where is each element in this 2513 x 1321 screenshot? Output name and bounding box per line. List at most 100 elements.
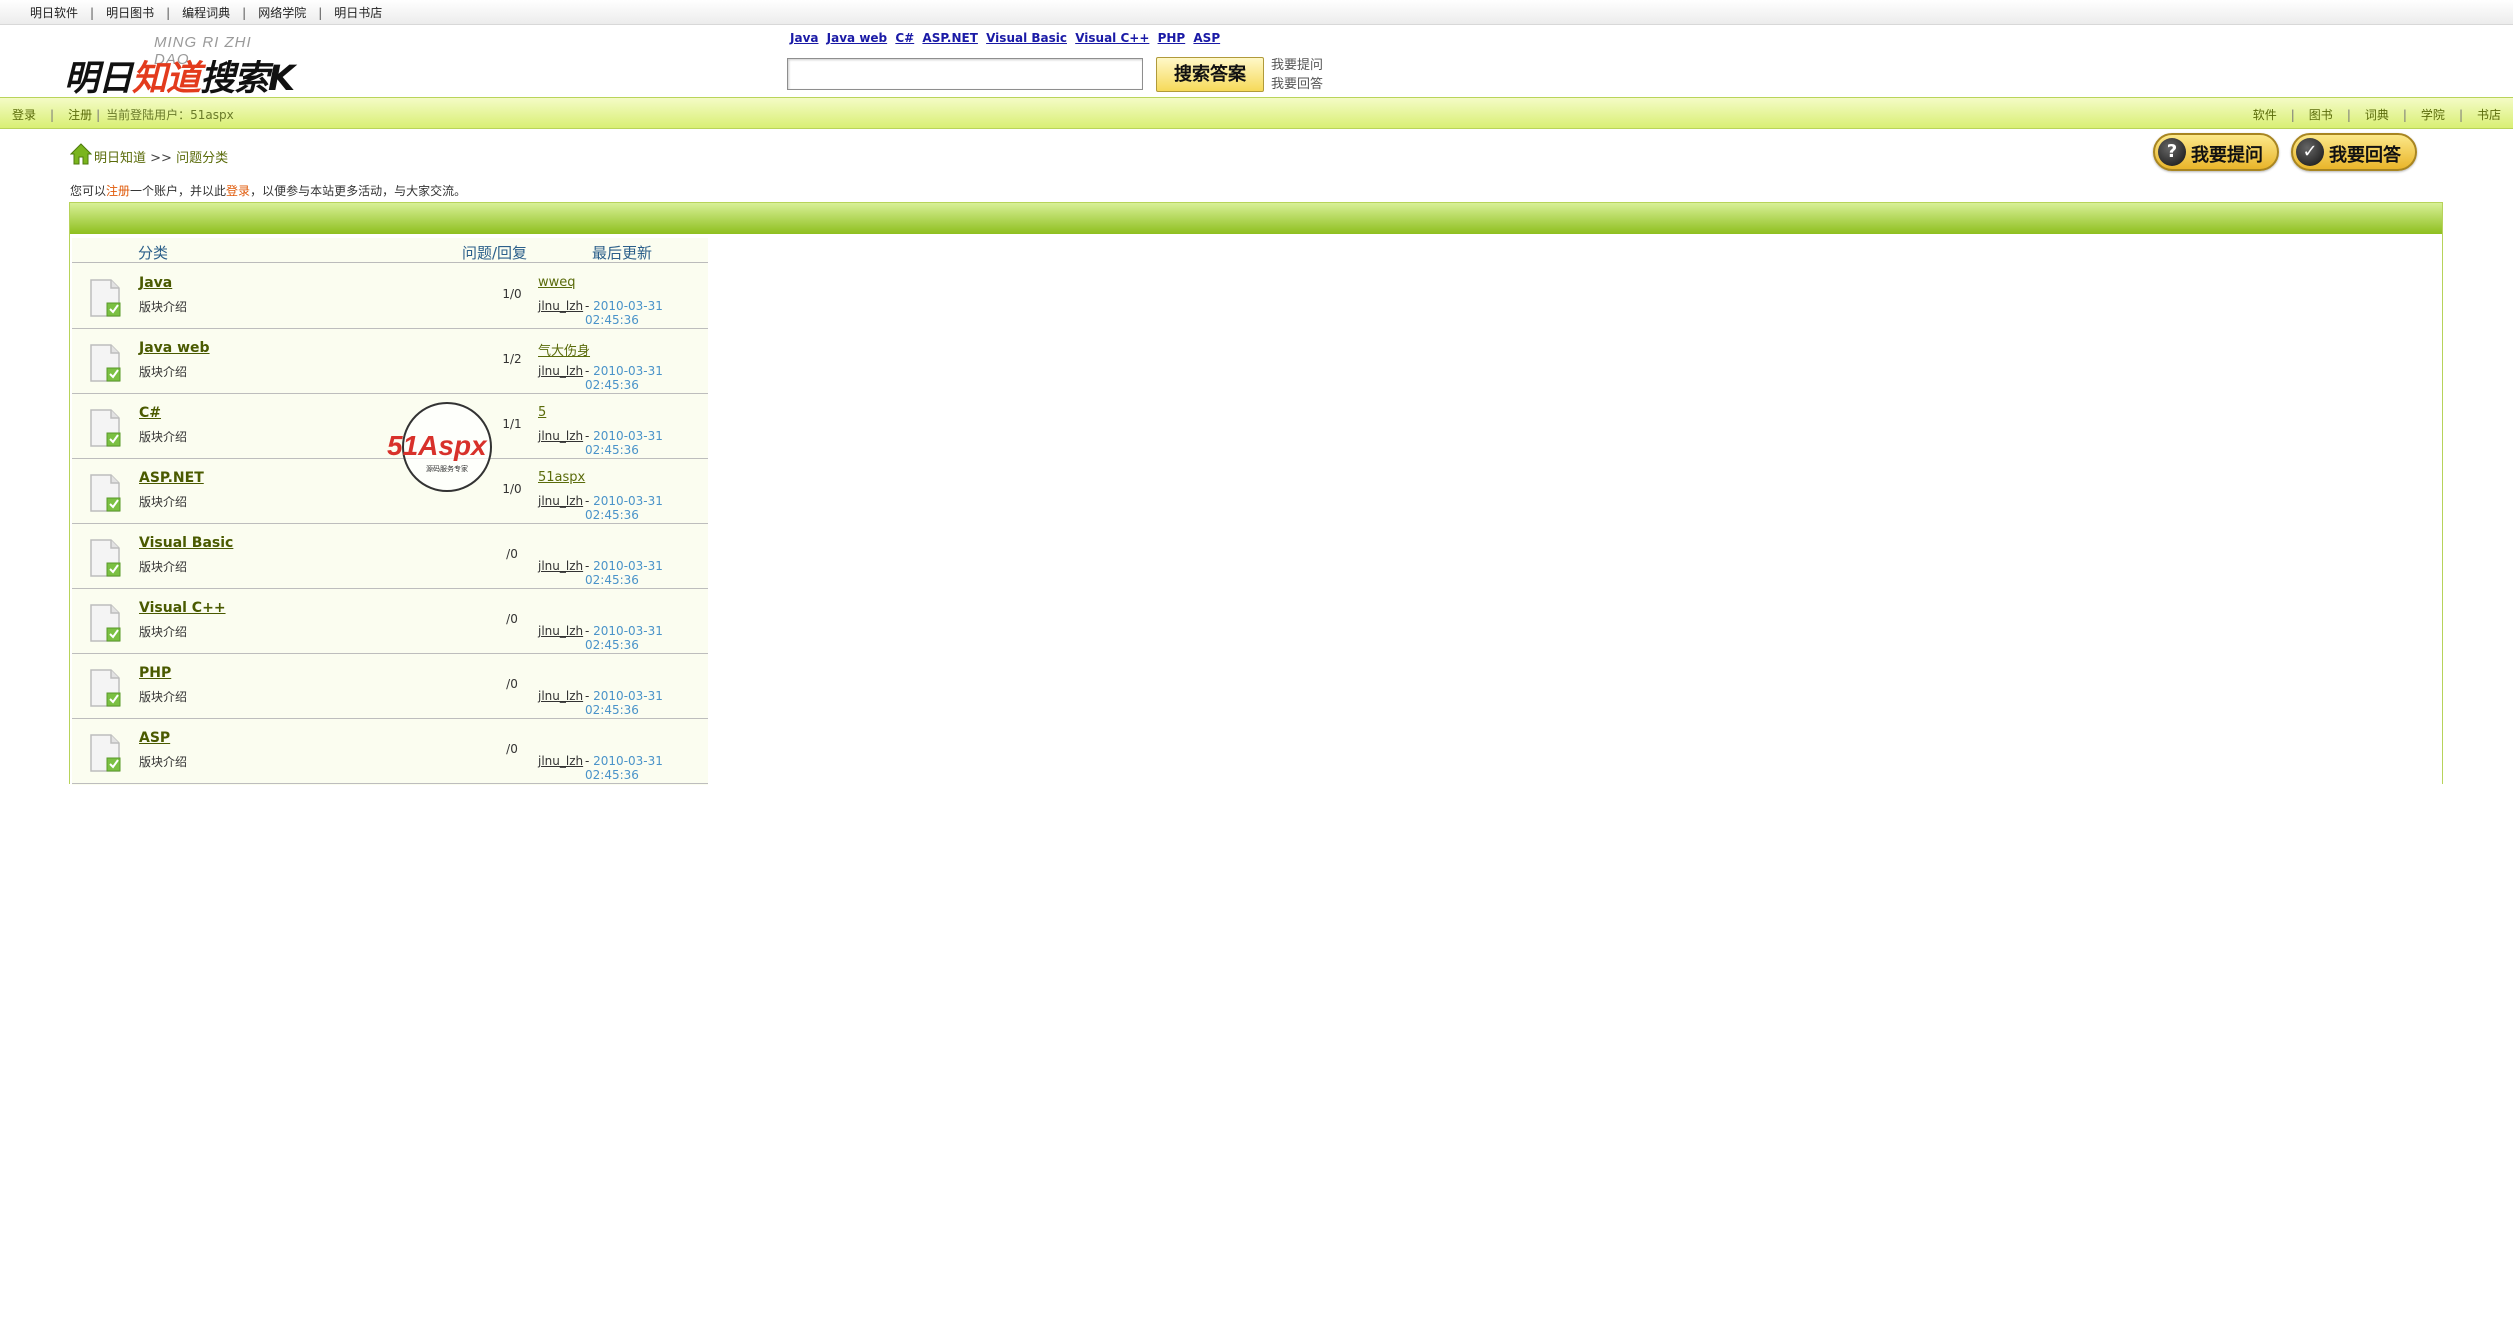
notice-register-link[interactable]: 注册 <box>106 184 130 198</box>
question-icon: ? <box>2158 138 2186 166</box>
notice-login-link[interactable]: 登录 <box>226 184 250 198</box>
language-links: Java Java web C# ASP.NET Visual Basic Vi… <box>790 31 1224 45</box>
latest-date: - 2010-03-31 02:45:36 <box>585 494 663 522</box>
nav-link-bookstore[interactable]: 书店 <box>2477 108 2501 122</box>
question-reply-count: 1/2 <box>502 352 522 366</box>
latest-date-value: 2010-03-31 02:45:36 <box>585 624 663 652</box>
latest-user-link[interactable]: jlnu_lzh <box>538 429 583 443</box>
nav-link-academy[interactable]: 学院 <box>2421 108 2445 122</box>
header-questions-replies: 问题/回复 <box>462 244 528 262</box>
latest-user-link[interactable]: jlnu_lzh <box>538 689 583 703</box>
latest-user-link[interactable]: jlnu_lzh <box>538 364 583 378</box>
breadcrumb-home[interactable]: 明日知道 <box>94 151 146 166</box>
ask-question-link[interactable]: 我要提问 <box>1271 56 1323 75</box>
category-description: 版块介绍 <box>139 690 188 704</box>
latest-user-link[interactable]: jlnu_lzh <box>538 624 583 638</box>
site-logo[interactable]: MING RI ZHI DAO 明日知道搜索K <box>64 34 295 99</box>
lang-link-asp[interactable]: ASP <box>1193 31 1220 45</box>
header-divider <box>72 262 708 263</box>
lang-link-vcpp[interactable]: Visual C++ <box>1075 31 1149 45</box>
header-last-update: 最后更新 <box>592 244 653 262</box>
top-link-bookstore[interactable]: 明日书店 <box>334 6 382 20</box>
lang-link-csharp[interactable]: C# <box>895 31 914 45</box>
document-icon <box>90 279 121 317</box>
quick-links: 我要提问 我要回答 <box>1271 56 1323 94</box>
answer-question-link[interactable]: 我要回答 <box>1271 75 1323 94</box>
latest-date: - 2010-03-31 02:45:36 <box>585 754 663 782</box>
lang-link-vb[interactable]: Visual Basic <box>986 31 1067 45</box>
ask-question-button[interactable]: ? 我要提问 <box>2153 133 2279 171</box>
category-name-link[interactable]: ASP.NET <box>139 470 204 486</box>
nav-link-books[interactable]: 图书 <box>2309 108 2333 122</box>
category-description: 版块介绍 <box>139 755 188 769</box>
category-name-link[interactable]: Java web <box>139 340 210 356</box>
logo-title-part1: 明日 <box>64 59 133 99</box>
lang-link-php[interactable]: PHP <box>1158 31 1186 45</box>
category-description: 版块介绍 <box>139 430 188 444</box>
category-name-link[interactable]: Visual Basic <box>139 535 233 551</box>
user-nav-bar: 登录 | 注册 | 当前登陆用户：51aspx 软件 | 图书 | 词典 | 学院 | 书店 <box>0 97 2513 129</box>
latest-date-value: 2010-03-31 02:45:36 <box>585 494 663 522</box>
notice-suffix: ，以便参与本站更多活动，与大家交流。 <box>250 184 467 198</box>
latest-user-link[interactable]: jlnu_lzh <box>538 299 583 313</box>
latest-date-value: 2010-03-31 02:45:36 <box>585 429 663 457</box>
document-icon <box>90 669 121 707</box>
watermark-logo: 51Aspx 源码服务专家 <box>385 401 509 497</box>
logo-title: 明日知道搜索K <box>64 50 295 101</box>
question-reply-count: /0 <box>506 677 518 691</box>
latest-question-link[interactable]: 51aspx <box>538 470 585 485</box>
category-name-link[interactable]: C# <box>139 405 161 421</box>
top-links: 明日软件 | 明日图书 | 编程词典 | 网络学院 | 明日书店 <box>30 6 383 20</box>
nav-link-dictionary[interactable]: 词典 <box>2365 108 2389 122</box>
user-nav-left: 登录 | 注册 | 当前登陆用户：51aspx <box>12 108 234 122</box>
top-link-software[interactable]: 明日软件 <box>30 6 78 20</box>
home-icon[interactable] <box>69 143 93 165</box>
logo-title-suffix: K <box>268 59 295 99</box>
top-link-dictionary[interactable]: 编程词典 <box>182 6 230 20</box>
login-link[interactable]: 登录 <box>12 108 36 122</box>
register-notice: 您可以注册一个账户，并以此登录，以便参与本站更多活动，与大家交流。 <box>70 182 466 199</box>
latest-user-link[interactable]: jlnu_lzh <box>538 494 583 508</box>
breadcrumb: 明日知道 >> 问题分类 <box>69 143 228 166</box>
lang-link-javaweb[interactable]: Java web <box>827 31 887 45</box>
table-row: Visual C++ 版块介绍/0 jlnu_lzh - 2010-03-31 02… <box>72 589 708 654</box>
category-name-link[interactable]: PHP <box>139 665 171 681</box>
latest-date-value: 2010-03-31 02:45:36 <box>585 559 663 587</box>
nav-link-software[interactable]: 软件 <box>2253 108 2277 122</box>
current-user-label: 当前登陆用户：51aspx <box>106 108 234 122</box>
latest-question-link[interactable]: 气大伤身 <box>538 340 590 359</box>
search-button[interactable]: 搜索答案 <box>1156 57 1264 92</box>
category-name-link[interactable]: Java <box>139 275 172 291</box>
question-reply-count: /0 <box>506 547 518 561</box>
category-description: 版块介绍 <box>139 495 188 509</box>
document-icon <box>90 409 121 447</box>
breadcrumb-current[interactable]: 问题分类 <box>176 151 228 166</box>
panel-header-bar <box>70 203 2442 234</box>
top-link-academy[interactable]: 网络学院 <box>258 6 306 20</box>
latest-user-link[interactable]: jlnu_lzh <box>538 754 583 768</box>
search-input[interactable] <box>787 58 1143 90</box>
ask-question-label: 我要提问 <box>2191 145 2263 166</box>
lang-link-java[interactable]: Java <box>790 31 818 45</box>
category-name-link[interactable]: Visual C++ <box>139 600 226 616</box>
table-row: Java 版块介绍 1/0 wweq jlnu_lzh - 2010-03-31 02:… <box>72 264 708 329</box>
category-description: 版块介绍 <box>139 560 188 574</box>
checkmark-icon: ✓ <box>2296 138 2324 166</box>
category-name-link[interactable]: ASP <box>139 730 170 746</box>
latest-question-link[interactable]: wweq <box>538 275 576 290</box>
latest-date: - 2010-03-31 02:45:36 <box>585 559 663 587</box>
document-icon <box>90 604 121 642</box>
latest-user-link[interactable]: jlnu_lzh <box>538 559 583 573</box>
latest-date: - 2010-03-31 02:45:36 <box>585 624 663 652</box>
answer-question-button[interactable]: ✓ 我要回答 <box>2291 133 2417 171</box>
breadcrumb-separator: >> <box>150 151 172 166</box>
top-link-books[interactable]: 明日图书 <box>106 6 154 20</box>
lang-link-aspnet[interactable]: ASP.NET <box>922 31 978 45</box>
answer-question-label: 我要回答 <box>2329 145 2401 166</box>
category-description: 版块介绍 <box>139 365 188 379</box>
register-link[interactable]: 注册 <box>68 108 92 122</box>
notice-middle: 一个账户，并以此 <box>130 184 227 198</box>
question-reply-count: /0 <box>506 612 518 626</box>
latest-question-link[interactable]: 5 <box>538 405 546 420</box>
latest-date-value: 2010-03-31 02:45:36 <box>585 299 663 327</box>
